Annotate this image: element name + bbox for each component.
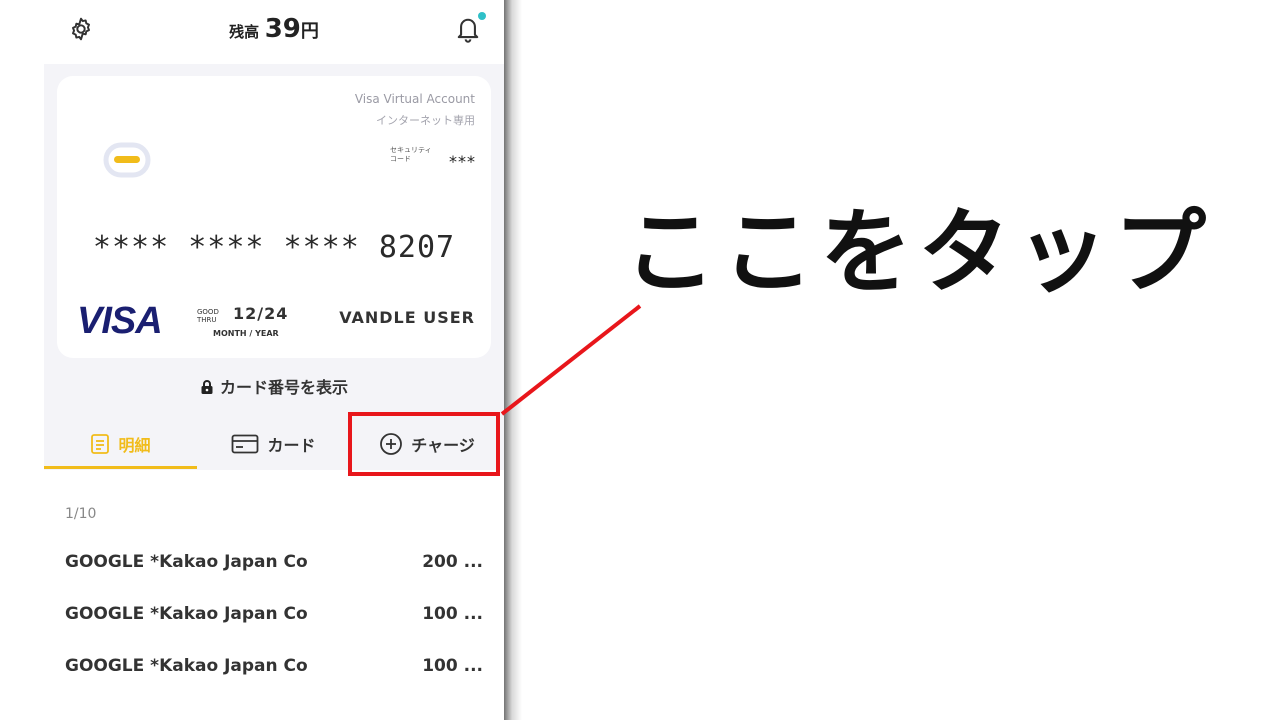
credit-card-icon [232,434,259,454]
bell-icon[interactable] [454,14,482,44]
security-code-value: *** [449,152,476,171]
list-item[interactable]: GOOGLE *Kakao Japan Co 100 ... [65,604,483,634]
merchant-name: GOOGLE *Kakao Japan Co [65,656,308,676]
balance-unit: 円 [300,21,319,42]
document-icon [91,434,110,454]
active-tab-indicator [44,466,197,469]
show-card-number-label: カード番号を表示 [219,378,348,397]
transaction-amount: 100 ... [422,656,483,676]
tab-card-label: カード [267,436,316,455]
tap-here-annotation: ここをタップ [624,199,1213,306]
lock-icon [201,380,213,394]
merchant-name: GOOGLE *Kakao Japan Co [65,604,308,624]
merchant-name: GOOGLE *Kakao Japan Co [65,552,308,572]
tab-card[interactable]: カード [197,420,350,468]
transaction-list: 1/10 GOOGLE *Kakao Japan Co 200 ... GOOG… [44,470,504,720]
top-bar: 残高 39円 [44,0,504,64]
notification-dot [478,12,486,20]
list-item[interactable]: GOOGLE *Kakao Japan Co 100 ... [65,656,483,686]
card-holder-name: VANDLE USER [339,308,475,327]
vandle-logo-icon [103,142,151,178]
phone-screen: 残高 39円 Visa Virtual Account インターネット専用 セキ… [44,0,504,720]
card-number: **** **** **** 8207 [92,230,456,265]
expiry-caption: MONTH / YEAR [213,329,279,338]
transaction-amount: 100 ... [422,604,483,624]
account-type: Visa Virtual Account [354,92,475,106]
usage-note: インターネット専用 [376,114,475,127]
tab-statements[interactable]: 明細 [44,420,197,468]
balance-label: 残高 [229,23,260,41]
phone-edge-shadow [504,0,522,720]
list-item[interactable]: GOOGLE *Kakao Japan Co 200 ... [65,552,483,582]
show-card-number-button[interactable]: カード番号を表示 [44,374,504,398]
page-count: 1/10 [65,506,97,522]
tab-statements-label: 明細 [118,436,151,455]
security-code-label: セキュリティ コード [390,146,432,163]
visa-logo: VISA [77,300,163,342]
transaction-amount: 200 ... [422,552,483,572]
virtual-card: Visa Virtual Account インターネット専用 セキュリティ コー… [57,76,491,358]
balance-display: 残高 39円 [44,14,504,44]
charge-highlight-box [348,412,500,476]
expiry-date: 12/24 [233,304,289,323]
balance-amount: 39 [264,14,301,44]
good-thru-label: GOOD THRU [197,308,219,324]
